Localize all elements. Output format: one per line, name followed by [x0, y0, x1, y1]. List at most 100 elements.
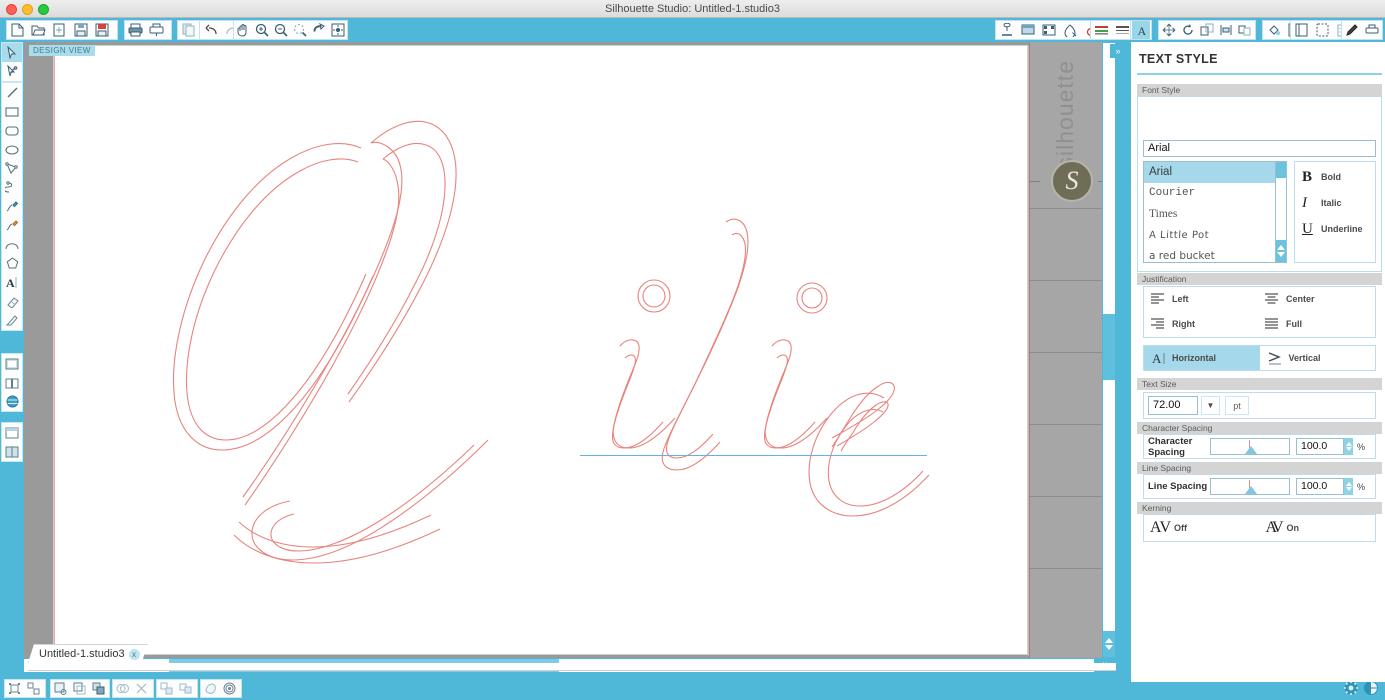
character-spacing-increase-icon[interactable]	[1345, 442, 1352, 446]
bold-toggle[interactable]: B Bold	[1295, 166, 1375, 188]
fit-to-page-button[interactable]	[310, 21, 327, 39]
document-page[interactable]: housefulofhandmade.com	[53, 45, 1029, 656]
send-view-tool-button[interactable]	[2, 442, 22, 461]
new-document-button[interactable]	[8, 21, 27, 39]
font-list[interactable]: Arial Courier Times A Little Pot a red b…	[1143, 161, 1276, 263]
zoom-out-button[interactable]	[273, 21, 290, 39]
design-canvas[interactable]: housefulofhandmade.com silhouette	[24, 42, 1110, 658]
justify-right-button[interactable]: Right	[1150, 317, 1195, 330]
store-tool-button[interactable]	[2, 392, 22, 411]
orientation-horizontal-button[interactable]: A Horizontal	[1144, 346, 1260, 370]
character-spacing-slider-thumb[interactable]	[1245, 446, 1258, 454]
rotate-panel-button[interactable]	[1179, 21, 1196, 39]
edit-points-tool-button[interactable]	[2, 62, 22, 81]
copy-button[interactable]	[179, 21, 198, 39]
line-spacing-stepper[interactable]	[1344, 478, 1353, 495]
align-panel-button[interactable]	[1218, 21, 1235, 39]
pan-tool-button[interactable]	[235, 21, 252, 39]
text-size-unit[interactable]: pt	[1225, 396, 1249, 415]
orientation-vertical-button[interactable]: Vertical	[1260, 346, 1376, 370]
group-button[interactable]	[5, 680, 24, 697]
text-size-dropdown-button[interactable]: ▼	[1201, 396, 1220, 415]
rectangle-tool-button[interactable]	[2, 102, 22, 121]
font-list-scroll-arrows[interactable]	[1276, 240, 1286, 262]
panel-collapse-button[interactable]: »	[1110, 44, 1126, 58]
save-button[interactable]	[71, 21, 90, 39]
offset-button[interactable]	[201, 680, 220, 697]
ungroup-button[interactable]	[24, 680, 43, 697]
ellipse-tool-button[interactable]	[2, 140, 22, 159]
make-compound-path-button[interactable]	[51, 680, 70, 697]
line-tool-button[interactable]	[2, 83, 22, 102]
font-list-scrollbar[interactable]	[1276, 161, 1287, 263]
design-view-tool-button[interactable]	[2, 423, 22, 442]
canvas-vertical-scrollbar[interactable]	[1102, 42, 1116, 658]
line-color-button[interactable]	[1092, 21, 1111, 39]
save-as-button[interactable]	[92, 21, 111, 39]
vertical-scroll-thumb[interactable]	[1103, 314, 1115, 380]
font-name-input[interactable]: Arial	[1143, 140, 1376, 157]
character-spacing-slider[interactable]	[1210, 438, 1290, 455]
rounded-rectangle-tool-button[interactable]	[2, 121, 22, 140]
justify-left-button[interactable]: Left	[1150, 292, 1189, 305]
page-setup-button[interactable]	[997, 21, 1016, 39]
trace-button[interactable]	[220, 680, 239, 697]
kerning-off-button[interactable]: AV Off	[1144, 515, 1260, 541]
document-tab[interactable]: Untitled-1.studio3 x	[28, 644, 148, 663]
line-spacing-slider-thumb[interactable]	[1245, 486, 1258, 494]
close-icon[interactable]: x	[129, 649, 140, 660]
library-panel-button[interactable]	[1292, 21, 1311, 39]
kerning-on-button[interactable]: AV On	[1260, 515, 1376, 541]
sketch-pen-button[interactable]	[1343, 21, 1361, 39]
undo-button[interactable]	[201, 21, 220, 39]
character-spacing-input[interactable]: 100.0	[1296, 438, 1344, 455]
text-size-input[interactable]: 72.00	[1148, 396, 1198, 415]
scale-panel-button[interactable]	[1198, 21, 1215, 39]
cut-settings-button[interactable]	[1018, 21, 1037, 39]
font-scroll-up-icon[interactable]	[1277, 245, 1285, 250]
freehand-tool-button[interactable]	[2, 197, 22, 216]
zoom-in-button[interactable]	[254, 21, 271, 39]
font-list-item-courier[interactable]: Courier	[1144, 183, 1275, 204]
registration-marks-button[interactable]	[1039, 21, 1058, 39]
italic-toggle[interactable]: I Italic	[1295, 192, 1375, 214]
font-list-item-arial[interactable]: Arial	[1144, 162, 1275, 183]
arrange-order-button[interactable]	[89, 680, 108, 697]
justify-center-button[interactable]: Center	[1264, 292, 1315, 305]
polygon-tool-button[interactable]	[2, 159, 22, 178]
character-spacing-decrease-icon[interactable]	[1345, 447, 1352, 451]
justify-full-button[interactable]: Full	[1264, 317, 1302, 330]
font-list-item-times[interactable]: Times	[1144, 204, 1275, 225]
font-scroll-down-icon[interactable]	[1277, 252, 1285, 257]
text-style-panel-button[interactable]: A	[1132, 21, 1150, 39]
new-from-template-button[interactable]	[50, 21, 69, 39]
send-button[interactable]	[1363, 21, 1381, 39]
store-panel-button[interactable]	[1313, 21, 1332, 39]
fit-to-window-button[interactable]	[329, 21, 346, 39]
print-bleed-button[interactable]	[1060, 21, 1079, 39]
font-list-item-a-red-bucket[interactable]: a red bucket	[1144, 246, 1275, 262]
open-document-button[interactable]	[29, 21, 48, 39]
detach-lines-button[interactable]	[132, 680, 151, 697]
line-spacing-decrease-icon[interactable]	[1345, 487, 1352, 491]
knife-tool-button[interactable]	[2, 311, 22, 330]
help-globe-icon[interactable]	[1363, 680, 1379, 696]
send-to-silhouette-button[interactable]	[147, 21, 166, 39]
page-setup-tool-button[interactable]	[2, 354, 22, 373]
select-tool-button[interactable]	[2, 43, 22, 62]
gear-icon[interactable]	[1343, 680, 1359, 696]
print-button[interactable]	[126, 21, 145, 39]
replicate-panel-button[interactable]	[1237, 21, 1254, 39]
line-spacing-slider[interactable]	[1210, 478, 1290, 495]
underline-toggle[interactable]: U Underline	[1295, 218, 1375, 240]
library-tool-button[interactable]	[2, 373, 22, 392]
smooth-freehand-tool-button[interactable]	[2, 216, 22, 235]
text-tool-button[interactable]: A	[2, 273, 22, 292]
fill-color-button[interactable]	[1264, 21, 1283, 39]
font-list-item-a-little-pot[interactable]: A Little Pot	[1144, 225, 1275, 246]
character-spacing-stepper[interactable]	[1344, 438, 1353, 455]
line-spacing-increase-icon[interactable]	[1345, 482, 1352, 486]
eraser-tool-button[interactable]	[2, 292, 22, 311]
font-list-scroll-thumb[interactable]	[1276, 162, 1286, 178]
artwork-lilie-outlines[interactable]	[54, 46, 1029, 656]
